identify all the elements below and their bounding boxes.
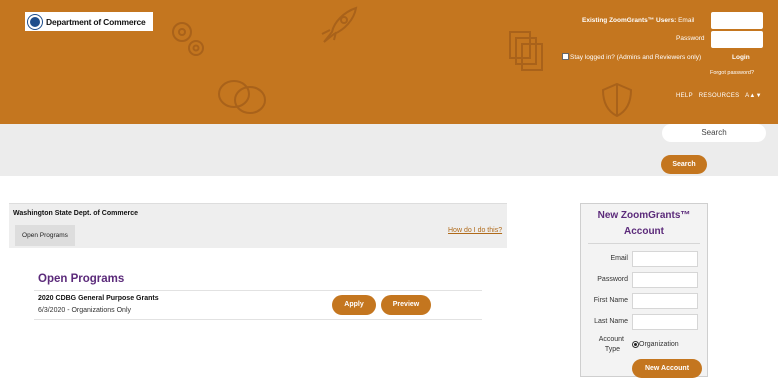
new-account-password-input[interactable] [632,272,698,288]
password-label: Password [676,35,705,42]
last-name-label: Last Name [594,318,628,325]
existing-users-label: Existing ZoomGrants™ Users: Email [582,17,694,24]
new-account-email-input[interactable] [632,251,698,267]
new-account-title-line1: New ZoomGrants™ [597,210,691,221]
new-account-button[interactable]: New Account [632,359,702,378]
preview-button[interactable]: Preview [381,295,431,315]
email-label: Email [610,255,628,262]
program-name: 2020 CDBG General Purpose Grants [38,295,159,302]
nav-resources[interactable]: RESOURCES [699,93,740,99]
stay-logged-label: Stay logged in? (Admins and Reviewers on… [570,54,702,61]
password-label: Password [597,276,628,283]
new-account-title: New ZoomGrants™ Account [580,208,708,240]
logo-text: Department of Commerce [46,16,146,27]
radio-dot [634,343,637,346]
forgot-password-link[interactable]: Forgot password? [710,70,754,76]
department-logo[interactable]: Department of Commerce [25,12,153,31]
first-name-label: First Name [593,297,628,304]
new-account-title-line2: Account [624,226,664,237]
login-button[interactable]: Login [732,54,750,61]
login-password-input[interactable] [711,31,763,48]
nav-text-size[interactable]: A▲▼ [745,93,762,99]
organization-name: Washington State Dept. of Commerce [13,210,138,217]
existing-users-title: Existing ZoomGrants™ Users: [582,17,677,24]
how-do-i-link[interactable]: How do I do this? [448,227,502,234]
rocket-icon [321,6,358,43]
header-nav: HELP RESOURCES A▲▼ [676,93,762,99]
chat-bubbles-icon [218,80,266,114]
search-button[interactable]: Search [661,155,707,174]
apply-button[interactable]: Apply [332,295,376,315]
organization-option-label: Organization [639,341,679,348]
gears-icon [172,22,204,56]
program-subtitle: 6/3/2020 - Organizations Only [38,307,131,314]
documents-icon [509,31,543,71]
search-input[interactable]: Search [662,124,766,142]
organization-radio[interactable] [632,341,639,348]
state-seal-icon [28,14,42,29]
shield-icon [601,82,633,118]
row-divider-top [34,290,482,291]
nav-help[interactable]: HELP [676,93,693,99]
account-type-label: Account Type [578,335,628,355]
account-type-label-line2: Type [604,346,620,353]
email-label: Email [678,17,695,24]
account-type-label-line1: Account [598,336,624,343]
row-divider-bottom [34,319,482,320]
stay-logged-checkbox[interactable] [562,53,569,60]
login-email-input[interactable] [711,12,763,29]
tab-open-programs[interactable]: Open Programs [15,225,75,246]
last-name-input[interactable] [632,314,698,330]
first-name-input[interactable] [632,293,698,309]
account-divider [588,243,700,244]
section-title: Open Programs [38,273,125,285]
